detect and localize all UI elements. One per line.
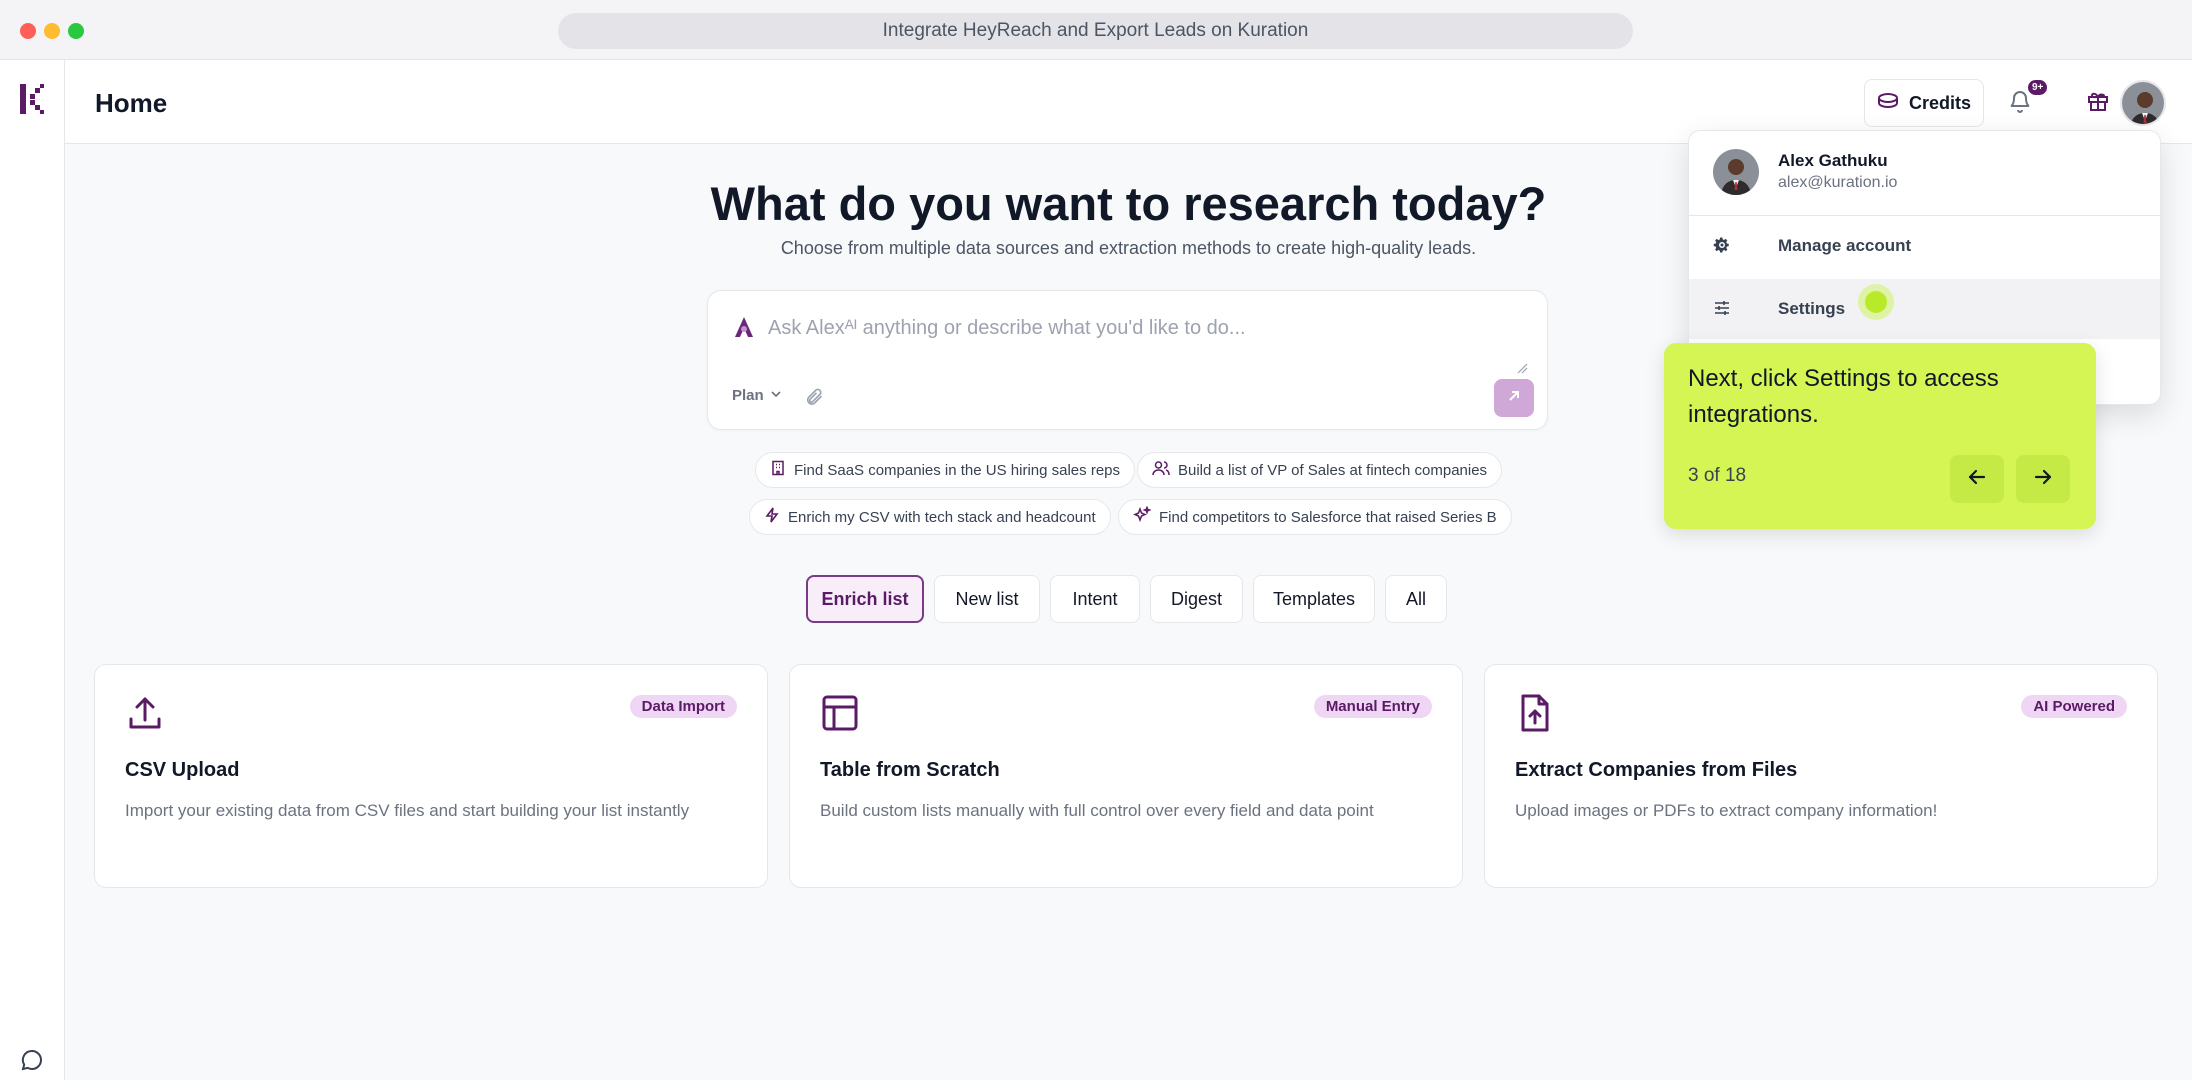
bell-icon[interactable] — [2008, 88, 2032, 119]
arrow-up-right-icon — [1506, 388, 1522, 409]
tour-hotspot-dot[interactable] — [1865, 291, 1887, 313]
ask-input[interactable] — [768, 313, 1508, 343]
gear-icon — [1713, 236, 1731, 259]
send-button[interactable] — [1494, 379, 1534, 417]
left-rail — [0, 60, 65, 1080]
card-badge: AI Powered — [2021, 695, 2127, 718]
users-icon — [1152, 460, 1170, 480]
user-name: Alex Gathuku — [1778, 151, 1888, 170]
sparkles-icon — [1133, 505, 1152, 528]
file-upload-icon — [1515, 693, 1555, 738]
card-title: Extract Companies from Files — [1515, 759, 1798, 781]
resize-grip-icon[interactable] — [1516, 361, 1528, 379]
plan-label: Plan — [732, 387, 764, 404]
tab-new-list[interactable]: New list — [934, 575, 1040, 623]
sliders-icon — [1713, 299, 1731, 322]
notification-badge: 9+ — [2028, 80, 2048, 95]
chevron-down-icon — [770, 387, 782, 404]
table-from-scratch-card[interactable]: Manual Entry Table from Scratch Build cu… — [789, 664, 1463, 888]
tab-all[interactable]: All — [1385, 575, 1447, 623]
tour-prev-button[interactable] — [1950, 455, 2004, 503]
card-description: Upload images or PDFs to extract company… — [1515, 801, 1938, 820]
user-avatar-button[interactable] — [2120, 80, 2166, 126]
csv-upload-card[interactable]: Data Import CSV Upload Import your exist… — [94, 664, 768, 888]
tab-digest[interactable]: Digest — [1150, 575, 1243, 623]
minimize-window-button[interactable] — [44, 23, 60, 39]
suggestion-chip[interactable]: Enrich my CSV with tech stack and headco… — [749, 499, 1111, 535]
building-icon — [770, 460, 786, 480]
tab-templates[interactable]: Templates — [1253, 575, 1375, 623]
page-title: Home — [95, 88, 168, 118]
maximize-window-button[interactable] — [68, 23, 84, 39]
coins-icon — [1877, 92, 1899, 115]
paperclip-icon[interactable] — [804, 387, 824, 412]
suggestion-chip[interactable]: Find SaaS companies in the US hiring sal… — [755, 452, 1136, 488]
suggestion-label: Enrich my CSV with tech stack and headco… — [788, 508, 1096, 526]
suggestion-chip[interactable]: Find competitors to Salesforce that rais… — [1118, 499, 1512, 535]
credits-label: Credits — [1908, 92, 1971, 113]
credits-button[interactable]: Credits — [1864, 79, 1984, 127]
suggestion-label: Find competitors to Salesforce that rais… — [1159, 508, 1497, 526]
suggestion-label: Build a list of VP of Sales at fintech c… — [1178, 461, 1488, 479]
window-title: Integrate HeyReach and Export Leads on K… — [558, 13, 1633, 49]
window-titlebar: Integrate HeyReach and Export Leads on K… — [0, 0, 2192, 60]
card-description: Build custom lists manually with full co… — [820, 801, 1374, 820]
settings-label: Settings — [1778, 299, 1846, 318]
tab-intent[interactable]: Intent — [1050, 575, 1140, 623]
kuration-logo-icon[interactable] — [18, 82, 46, 121]
alex-ai-icon — [732, 315, 756, 344]
table-icon — [820, 693, 860, 738]
settings-item[interactable]: Settings — [1689, 279, 2160, 339]
close-window-button[interactable] — [20, 23, 36, 39]
card-description: Import your existing data from CSV files… — [125, 801, 690, 820]
ask-box: Plan — [707, 290, 1548, 430]
upload-icon — [125, 693, 165, 738]
suggestion-label: Find SaaS companies in the US hiring sal… — [794, 461, 1121, 479]
card-badge: Data Import — [629, 695, 737, 718]
tab-enrich-list[interactable]: Enrich list — [806, 575, 924, 623]
bolt-icon — [764, 507, 780, 527]
tour-next-button[interactable] — [2016, 455, 2070, 503]
tour-text: Next, click Settings to access integrati… — [1688, 365, 1999, 428]
card-badge: Manual Entry — [1313, 695, 1432, 718]
plan-dropdown[interactable]: Plan — [732, 387, 782, 404]
tour-step-counter: 3 of 18 — [1688, 465, 1747, 486]
card-title: CSV Upload — [125, 759, 240, 781]
extract-from-files-card[interactable]: AI Powered Extract Companies from Files … — [1484, 664, 2158, 888]
manage-account-item[interactable]: Manage account — [1689, 216, 2160, 276]
manage-account-label: Manage account — [1778, 236, 1912, 255]
suggestion-chip[interactable]: Build a list of VP of Sales at fintech c… — [1137, 452, 1503, 488]
user-email: alex@kuration.io — [1778, 174, 1898, 191]
arrow-right-icon — [2033, 467, 2053, 492]
tour-tooltip: Next, click Settings to access integrati… — [1664, 343, 2096, 529]
chat-icon[interactable] — [20, 1048, 44, 1077]
gift-icon[interactable] — [2087, 90, 2109, 117]
card-title: Table from Scratch — [820, 759, 1000, 781]
arrow-left-icon — [1967, 467, 1987, 492]
avatar — [1713, 149, 1759, 195]
